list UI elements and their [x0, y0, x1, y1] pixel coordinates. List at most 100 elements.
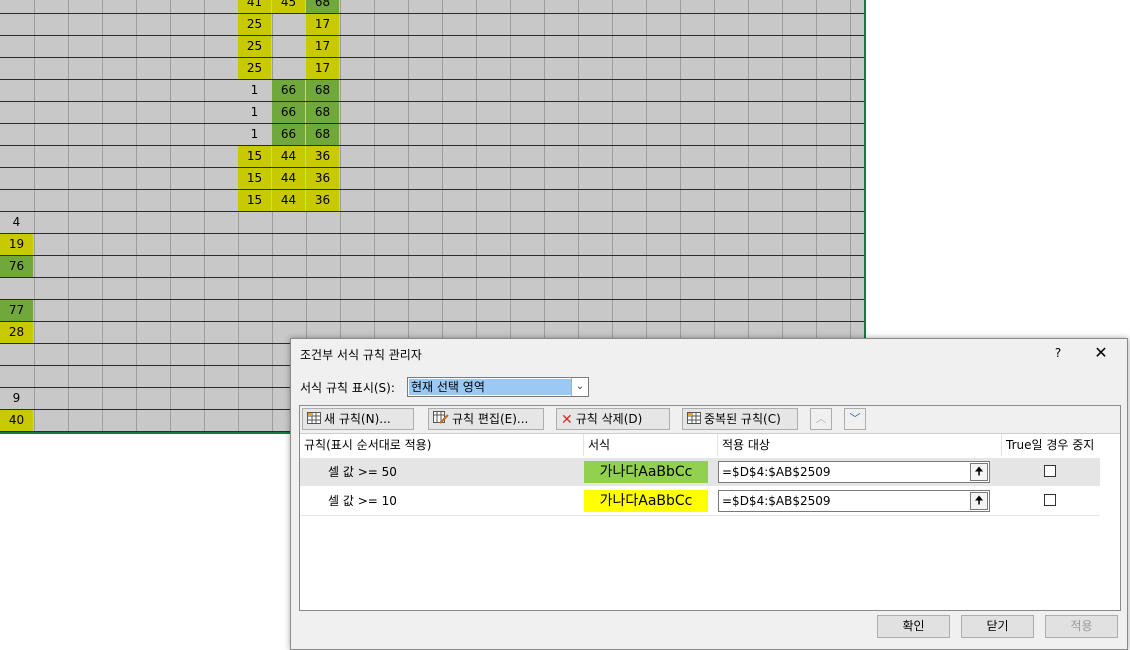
show-rules-label: 서식 규칙 표시(S):	[300, 381, 395, 395]
collapse-range-icon[interactable]: 🠉	[970, 463, 988, 481]
applies-to-value: =$D$4:$AB$2509	[722, 465, 831, 479]
delete-rule-button[interactable]: ✕ 규칙 삭제(D)	[556, 408, 670, 430]
close-icon[interactable]: ✕	[1089, 343, 1113, 363]
grid-row-line	[0, 57, 864, 58]
grid-row-line	[0, 233, 864, 234]
rule-row[interactable]: 셀 값 >= 50 가나다AaBbCc =$D$4:$AB$2509 🠉	[300, 458, 1100, 486]
grid-row-line	[0, 255, 864, 256]
grid-row-line	[0, 79, 864, 80]
column-header-stop-if-true: True일 경우 중지	[1006, 438, 1095, 452]
grid-row-line	[0, 321, 864, 322]
format-preview: 가나다AaBbCc	[584, 490, 708, 512]
sheet-cell[interactable]: 17	[306, 58, 339, 79]
sheet-cell[interactable]: 36	[306, 190, 339, 211]
rule-condition: 셀 값 >= 10	[328, 494, 397, 508]
edit-rule-label: 규칙 편집(E)...	[452, 412, 529, 426]
move-up-icon[interactable]: ︿	[810, 408, 832, 430]
stop-if-true-checkbox[interactable]	[1044, 465, 1056, 477]
column-header-format: 서식	[584, 434, 718, 456]
apply-button[interactable]: 적용	[1045, 615, 1118, 638]
duplicate-rule-button[interactable]: 중복된 규칙(C)	[682, 408, 798, 430]
format-preview: 가나다AaBbCc	[584, 461, 708, 483]
stop-if-true-checkbox[interactable]	[1044, 494, 1056, 506]
sheet-cell[interactable]: 45	[272, 0, 305, 13]
applies-to-value: =$D$4:$AB$2509	[722, 494, 831, 508]
grid-column-line	[136, 0, 137, 432]
sheet-cell[interactable]: 68	[306, 124, 339, 145]
grid-row-line	[0, 35, 864, 36]
applies-to-field[interactable]: =$D$4:$AB$2509 🠉	[718, 461, 990, 483]
grid-row-line	[0, 189, 864, 190]
rules-panel: 새 규칙(N)... 규칙 편집(E)... ✕ 규칙 삭제(D) 중복된 규칙(…	[299, 405, 1121, 611]
grid-column-line	[204, 0, 205, 432]
dialog-title: 조건부 서식 규칙 관리자	[300, 348, 422, 362]
chevron-down-icon[interactable]: ⌄	[571, 378, 588, 396]
grid-row-line	[0, 13, 864, 14]
grid-column-line	[272, 0, 273, 432]
show-rules-value: 현재 선택 영역	[409, 379, 571, 395]
rule-row[interactable]: 셀 값 >= 10 가나다AaBbCc =$D$4:$AB$2509 🠉	[300, 487, 1100, 516]
sheet-cell[interactable]: 41	[238, 0, 271, 13]
new-rule-button[interactable]: 새 규칙(N)...	[302, 408, 414, 430]
sheet-cell[interactable]: 68	[306, 80, 339, 101]
sheet-cell[interactable]: 25	[238, 58, 271, 79]
sheet-cell[interactable]: 15	[238, 146, 271, 167]
rules-column-headers: 규칙(표시 순서대로 적용) 서식 적용 대상 True일 경우 중지	[300, 434, 1120, 456]
sheet-cell[interactable]: 44	[272, 168, 305, 189]
grid-column-line	[102, 0, 103, 432]
conditional-format-rules-dialog: 조건부 서식 규칙 관리자 ? ✕ 서식 규칙 표시(S): 현재 선택 영역 …	[290, 338, 1128, 650]
column-header-rule: 규칙(표시 순서대로 적용)	[300, 434, 584, 456]
sheet-cell[interactable]: 77	[0, 300, 33, 321]
edit-rule-button[interactable]: 규칙 편집(E)...	[428, 408, 544, 430]
edit-rule-icon	[433, 410, 449, 430]
sheet-cell[interactable]: 44	[272, 146, 305, 167]
grid-column-line	[68, 0, 69, 432]
sheet-cell[interactable]: 15	[238, 168, 271, 189]
rules-toolbar: 새 규칙(N)... 규칙 편집(E)... ✕ 규칙 삭제(D) 중복된 규칙(…	[300, 406, 1120, 434]
grid-row-line	[0, 211, 864, 212]
sheet-cell[interactable]: 17	[306, 14, 339, 35]
duplicate-rule-icon	[687, 410, 701, 430]
sheet-cell[interactable]: 66	[272, 102, 305, 123]
sheet-cell[interactable]: 28	[0, 322, 33, 343]
applies-to-field[interactable]: =$D$4:$AB$2509 🠉	[718, 490, 990, 512]
show-rules-select[interactable]: 현재 선택 영역 ⌄	[407, 377, 589, 397]
delete-icon: ✕	[561, 411, 573, 428]
grid-column-line	[170, 0, 171, 432]
sheet-cell[interactable]: 68	[306, 0, 339, 13]
close-button[interactable]: 닫기	[961, 615, 1034, 638]
sheet-cell[interactable]: 36	[306, 168, 339, 189]
sheet-cell[interactable]: 15	[238, 190, 271, 211]
move-down-icon[interactable]: ﹀	[844, 408, 866, 430]
column-header-applies-to: 적용 대상	[718, 434, 1002, 456]
grid-row-line	[0, 167, 864, 168]
sheet-cell[interactable]: 66	[272, 80, 305, 101]
delete-rule-label: 규칙 삭제(D)	[575, 412, 643, 426]
sheet-cell[interactable]: 17	[306, 36, 339, 57]
ok-button[interactable]: 확인	[877, 615, 950, 638]
sheet-cell[interactable]: 44	[272, 190, 305, 211]
sheet-cell[interactable]: 25	[238, 14, 271, 35]
grid-row-line	[0, 101, 864, 102]
sheet-cell[interactable]: 66	[272, 124, 305, 145]
rule-condition: 셀 값 >= 50	[328, 465, 397, 479]
sheet-cell[interactable]: 40	[0, 410, 33, 431]
new-rule-label: 새 규칙(N)...	[324, 412, 391, 426]
sheet-cell[interactable]: 1	[238, 80, 271, 101]
help-button[interactable]: ?	[1049, 343, 1067, 363]
grid-row-line	[0, 299, 864, 300]
sheet-cell[interactable]: 76	[0, 256, 33, 277]
new-rule-icon	[307, 410, 321, 430]
sheet-cell[interactable]: 19	[0, 234, 33, 255]
sheet-cell[interactable]: 1	[238, 124, 271, 145]
sheet-cell[interactable]: 9	[0, 388, 33, 409]
sheet-cell[interactable]: 36	[306, 146, 339, 167]
sheet-cell[interactable]: 4	[0, 212, 33, 233]
sheet-cell[interactable]: 1	[238, 102, 271, 123]
grid-row-line	[0, 123, 864, 124]
collapse-range-icon[interactable]: 🠉	[970, 492, 988, 510]
duplicate-rule-label: 중복된 규칙(C)	[704, 412, 781, 426]
sheet-cell[interactable]: 25	[238, 36, 271, 57]
sheet-cell[interactable]: 68	[306, 102, 339, 123]
grid-row-line	[0, 145, 864, 146]
